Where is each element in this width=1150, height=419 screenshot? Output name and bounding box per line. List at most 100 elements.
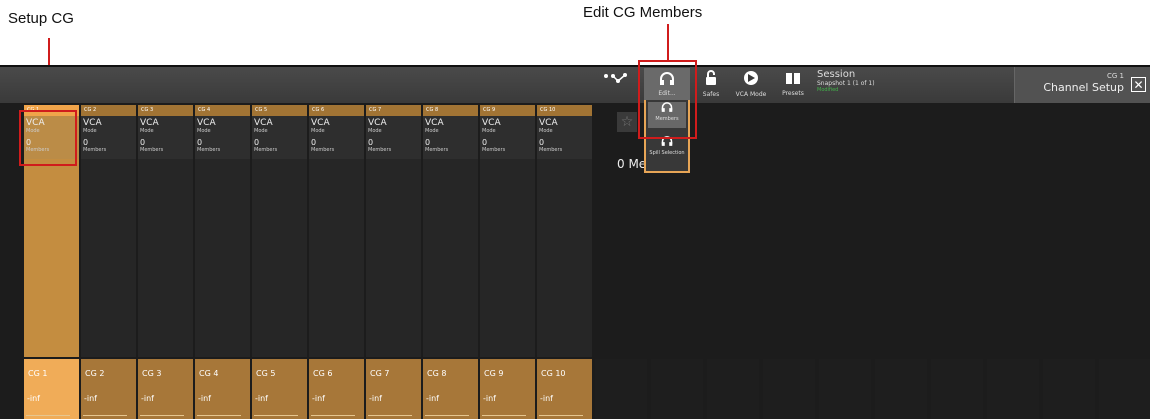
strip-mode: VCA [425,118,444,128]
strip-footer[interactable]: CG 8 -inf [423,359,478,419]
strip-level-bar [83,415,127,416]
channel-setup-cg: CG 1 [1107,72,1124,80]
strip-level-bar [197,415,241,416]
strip-fader-area[interactable] [252,159,307,357]
strip-members-label: Members [482,147,506,153]
empty-foot-slot [875,359,927,419]
strip-setup-button[interactable]: VCA Mode 0 Members [81,116,136,159]
cg-strip[interactable]: CG 10 VCA Mode 0 Members CG 10 -inf [537,105,592,419]
strip-header[interactable]: CG 2 [81,105,136,116]
strip-header[interactable]: CG 5 [252,105,307,116]
strip-level: -inf [27,394,40,403]
strip-mode: VCA [482,118,501,128]
strip-member-count: 0 [425,138,431,147]
strip-setup-button[interactable]: VCA Mode 0 Members [480,116,535,159]
strip-level: -inf [312,394,325,403]
strip-mode-label: Mode [482,128,496,134]
cg-strip[interactable]: CG 5 VCA Mode 0 Members CG 5 -inf [252,105,307,419]
strip-setup-button[interactable]: VCA Mode 0 Members [195,116,250,159]
strip-mode-label: Mode [311,128,325,134]
strip-level: -inf [540,394,553,403]
strip-fader-area[interactable] [138,159,193,357]
routing-button[interactable] [596,68,636,103]
cg-strip[interactable]: CG 4 VCA Mode 0 Members CG 4 -inf [195,105,250,419]
strip-footer[interactable]: CG 6 -inf [309,359,364,419]
close-icon[interactable]: ✕ [1131,77,1146,92]
session-panel[interactable]: Session Snapshot 1 (1 of 1) Modified [817,69,1012,102]
strip-footer[interactable]: CG 5 -inf [252,359,307,419]
strip-mode-label: Mode [539,128,553,134]
strip-fader-area[interactable] [480,159,535,357]
strip-fader-area[interactable] [423,159,478,357]
strip-members-label: Members [140,147,164,153]
strip-header[interactable]: CG 7 [366,105,421,116]
strip-header[interactable]: CG 10 [537,105,592,116]
strip-header[interactable]: CG 4 [195,105,250,116]
strip-setup-button[interactable]: VCA Mode 0 Members [252,116,307,159]
strip-mode: VCA [140,118,159,128]
empty-foot-slot [819,359,871,419]
strip-member-count: 0 [83,138,89,147]
strip-fader-area[interactable] [537,159,592,357]
favorite-star-button[interactable]: ☆ [617,112,637,132]
strip-member-count: 0 [254,138,260,147]
cg-strip[interactable]: CG 3 VCA Mode 0 Members CG 3 -inf [138,105,193,419]
strip-name: CG 9 [484,369,504,378]
strip-name: CG 2 [85,369,105,378]
strip-level-bar [26,415,70,416]
strip-fader-area[interactable] [309,159,364,357]
strip-members-label: Members [368,147,392,153]
vca-mode-label: VCA Mode [735,91,767,98]
strip-level-bar [482,415,526,416]
spill-selection-menu-item[interactable]: Spill Selection [648,136,686,162]
strip-header[interactable]: CG 6 [309,105,364,116]
strip-footer[interactable]: CG 2 -inf [81,359,136,419]
strip-name: CG 7 [370,369,390,378]
strip-setup-button[interactable]: VCA Mode 0 Members [366,116,421,159]
cg-strip[interactable]: CG 2 VCA Mode 0 Members CG 2 -inf [81,105,136,419]
strip-mode-label: Mode [425,128,439,134]
strip-header[interactable]: CG 8 [423,105,478,116]
strip-mode-label: Mode [368,128,382,134]
strip-members-label: Members [254,147,278,153]
cg-strip[interactable]: CG 8 VCA Mode 0 Members CG 8 -inf [423,105,478,419]
presets-button[interactable]: Presets [776,68,810,103]
strip-fader-area[interactable] [24,159,79,357]
strip-members-label: Members [83,147,107,153]
cg-strip[interactable]: CG 9 VCA Mode 0 Members CG 9 -inf [480,105,535,419]
book-icon [776,70,810,90]
strip-header[interactable]: CG 3 [138,105,193,116]
strip-setup-button[interactable]: VCA Mode 0 Members [537,116,592,159]
safes-button[interactable]: Safes [694,68,728,103]
strip-footer[interactable]: CG 4 -inf [195,359,250,419]
cg-strip[interactable]: CG 7 VCA Mode 0 Members CG 7 -inf [366,105,421,419]
strip-level: -inf [84,394,97,403]
strip-name: CG 1 [28,369,48,378]
vca-mode-button[interactable]: VCA Mode [732,68,770,103]
setup-cg-callout: Setup CG [8,10,74,27]
strip-member-count: 0 [311,138,317,147]
strip-footer[interactable]: CG 7 -inf [366,359,421,419]
vca-mode-icon [732,70,770,91]
cg-strip[interactable]: CG 6 VCA Mode 0 Members CG 6 -inf [309,105,364,419]
session-snapshot: Snapshot 1 (1 of 1) [817,80,875,87]
strip-mode-label: Mode [83,128,97,134]
strip-footer[interactable]: CG 3 -inf [138,359,193,419]
strip-fader-area[interactable] [81,159,136,357]
strip-setup-button[interactable]: VCA Mode 0 Members [138,116,193,159]
empty-foot-slot [987,359,1039,419]
strip-member-count: 0 [482,138,488,147]
strip-setup-button[interactable]: VCA Mode 0 Members [309,116,364,159]
strip-members-label: Members [197,147,221,153]
strip-fader-area[interactable] [366,159,421,357]
strip-header[interactable]: CG 9 [480,105,535,116]
edit-members-callout: Edit CG Members [583,4,703,21]
strip-footer[interactable]: CG 1 -inf [24,359,79,419]
strip-footer[interactable]: CG 9 -inf [480,359,535,419]
strip-member-count: 0 [539,138,545,147]
strip-setup-button[interactable]: VCA Mode 0 Members [423,116,478,159]
strip-fader-area[interactable] [195,159,250,357]
strip-level-bar [140,415,184,416]
strip-level-bar [425,415,469,416]
strip-footer[interactable]: CG 10 -inf [537,359,592,419]
